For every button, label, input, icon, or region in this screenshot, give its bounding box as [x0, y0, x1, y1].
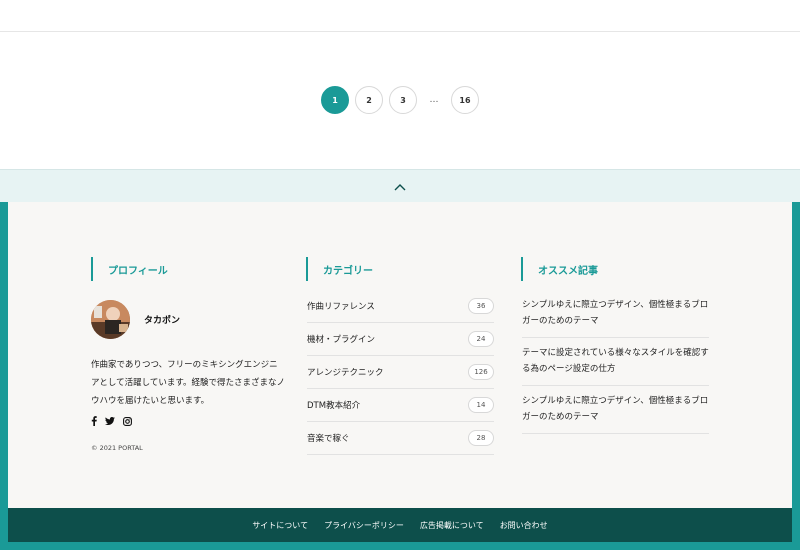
pagination: 1 2 3 … 16 — [0, 86, 800, 114]
category-item[interactable]: 作曲リファレンス 36 — [307, 290, 494, 323]
page-button-last[interactable]: 16 — [451, 86, 479, 114]
category-item[interactable]: アレンジテクニック 126 — [307, 356, 494, 389]
category-count: 36 — [468, 298, 494, 314]
profile-bio: 作曲家でありつつ、フリーのミキシングエンジニアとして活躍しています。経験で得たさ… — [91, 360, 285, 406]
footer-link-privacy[interactable]: プライバシーポリシー — [324, 520, 404, 531]
category-label: 音楽で稼ぐ — [307, 434, 350, 444]
category-count: 24 — [468, 331, 494, 347]
footer-link-ads[interactable]: 広告掲載について — [420, 520, 484, 531]
footer-nav: サイトについて プライバシーポリシー 広告掲載について お問い合わせ — [8, 508, 792, 542]
recommended-heading: オススメ記事 — [521, 257, 598, 281]
instagram-icon[interactable] — [123, 416, 132, 426]
categories-heading: カテゴリー — [306, 257, 373, 281]
footer-link-about[interactable]: サイトについて — [252, 520, 308, 531]
footer-link-contact[interactable]: お問い合わせ — [500, 520, 548, 531]
category-label: 作曲リファレンス — [307, 302, 375, 312]
category-list: 作曲リファレンス 36 機材・プラグイン 24 アレンジテクニック 126 DT… — [307, 290, 494, 455]
category-item[interactable]: DTM教本紹介 14 — [307, 389, 494, 422]
page-button-1[interactable]: 1 — [321, 86, 349, 114]
recommended-list: シンプルゆえに際立つデザイン、個性極まるブロガーのためのテーマ テーマに設定され… — [522, 290, 709, 434]
chevron-up-icon[interactable] — [393, 177, 407, 196]
category-count: 28 — [468, 430, 494, 446]
facebook-icon[interactable] — [91, 416, 97, 426]
twitter-icon[interactable] — [105, 417, 115, 425]
page-button-3[interactable]: 3 — [389, 86, 417, 114]
category-count: 14 — [468, 397, 494, 413]
page-button-2[interactable]: 2 — [355, 86, 383, 114]
category-item[interactable]: 音楽で稼ぐ 28 — [307, 422, 494, 455]
avatar — [91, 300, 130, 339]
category-count: 126 — [468, 364, 494, 380]
back-to-top-bar[interactable] — [0, 169, 800, 202]
category-label: DTM教本紹介 — [307, 401, 361, 411]
profile-name: タカポン — [144, 316, 181, 326]
category-label: 機材・プラグイン — [307, 335, 376, 345]
copyright: © 2021 PORTAL — [91, 444, 143, 452]
pagination-ellipsis: … — [429, 95, 439, 105]
divider — [0, 31, 800, 32]
content-area — [0, 0, 800, 170]
recommended-article-link[interactable]: テーマに設定されている様々なスタイルを確認する為のページ設定の仕方 — [522, 338, 709, 386]
profile-heading: プロフィール — [91, 257, 168, 281]
recommended-article-link[interactable]: シンプルゆえに際立つデザイン、個性極まるブロガーのためのテーマ — [522, 386, 709, 434]
category-item[interactable]: 機材・プラグイン 24 — [307, 323, 494, 356]
social-links — [91, 416, 140, 426]
category-label: アレンジテクニック — [307, 368, 384, 378]
recommended-article-link[interactable]: シンプルゆえに際立つデザイン、個性極まるブロガーのためのテーマ — [522, 290, 709, 338]
